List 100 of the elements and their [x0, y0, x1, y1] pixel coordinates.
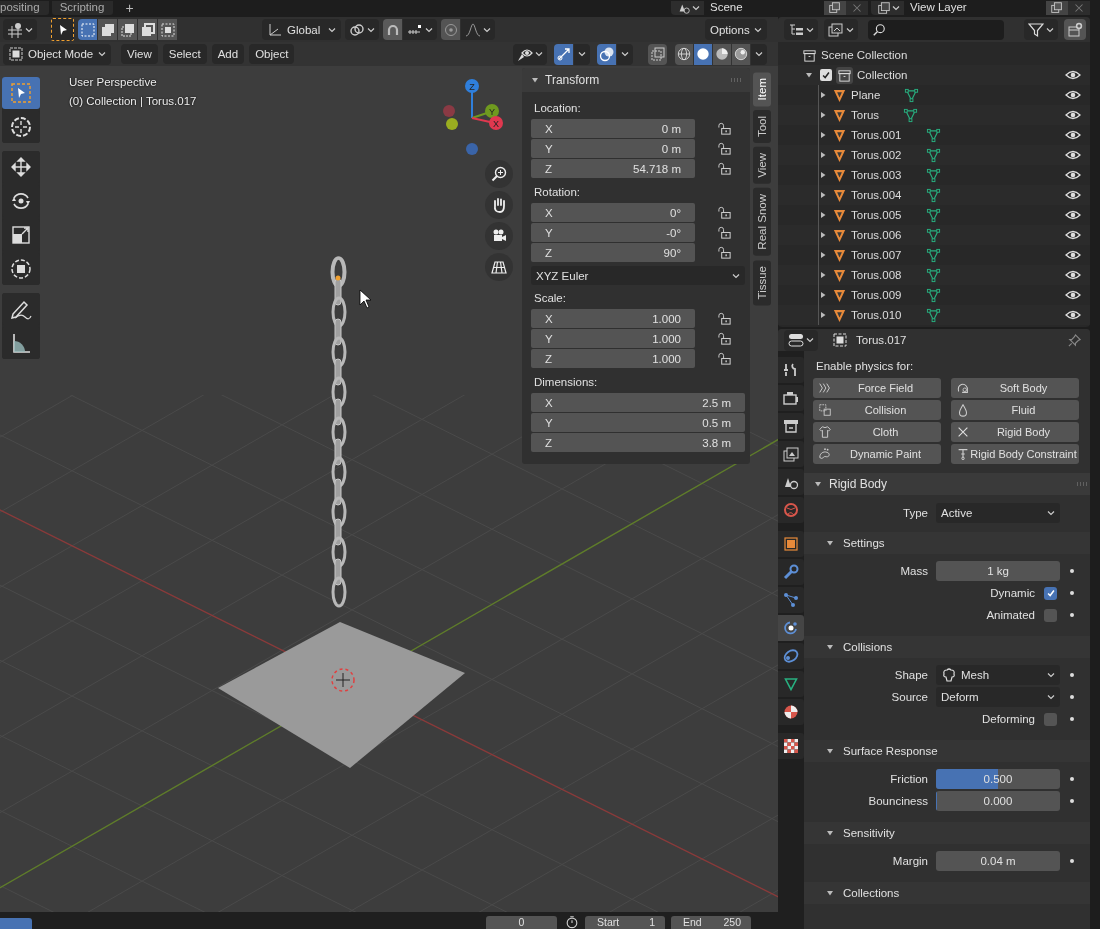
open-padlock-icon[interactable]	[717, 161, 732, 176]
material-properties-tab[interactable]	[778, 699, 804, 725]
subpanel-header[interactable]: Surface Response	[804, 740, 1090, 762]
slider-field[interactable]: 0.500	[936, 769, 1060, 789]
particles-properties-tab[interactable]	[778, 587, 804, 613]
world-properties-tab[interactable]	[778, 497, 804, 523]
zoom-button[interactable]	[485, 160, 513, 188]
search-field[interactable]	[868, 19, 1004, 40]
display-mode-dropdown[interactable]	[784, 19, 818, 40]
axis-handle[interactable]: Y	[485, 104, 499, 118]
object-name[interactable]: Torus.004	[851, 189, 902, 201]
keyframe-dot-icon[interactable]	[1070, 695, 1074, 699]
enable-physics-button[interactable]: Cloth	[813, 422, 941, 442]
number-field[interactable]: X 1.000	[531, 309, 695, 328]
sidebar-tab[interactable]: Tool	[753, 110, 771, 144]
shading-dropdown[interactable]	[751, 43, 767, 65]
type-dropdown[interactable]: Active	[936, 503, 1060, 523]
orientation-dropdown[interactable]: Global	[262, 19, 341, 40]
selection-mode-button[interactable]	[138, 19, 157, 40]
enable-physics-button[interactable]: Soft Body	[951, 378, 1079, 398]
perspective-grid-button[interactable]	[485, 253, 513, 281]
menu-button[interactable]: Object	[249, 44, 295, 64]
axis-handle[interactable]: Z	[465, 79, 479, 93]
selection-mode-button[interactable]	[118, 19, 137, 40]
pivot-point-dropdown[interactable]	[345, 19, 379, 40]
keyframe-dot-icon[interactable]	[1070, 673, 1074, 677]
drag-grip-icon[interactable]	[1076, 482, 1088, 486]
gizmo-toggle[interactable]	[554, 43, 573, 65]
scene-name-field[interactable]: Scene	[704, 1, 824, 15]
menu-button[interactable]: Select	[162, 44, 207, 64]
open-padlock-icon[interactable]	[717, 351, 732, 366]
number-field[interactable]: Z 3.8 m	[531, 433, 745, 452]
add-workspace-button[interactable]: +	[125, 1, 134, 15]
wireframe-shading-button[interactable]	[675, 43, 693, 65]
new-collection-button[interactable]	[1064, 19, 1086, 40]
open-padlock-icon[interactable]	[717, 225, 732, 240]
checkbox[interactable]	[1044, 586, 1057, 600]
falloff-dropdown[interactable]	[461, 19, 495, 40]
number-field[interactable]: Y 0.5 m	[531, 413, 745, 432]
view-layer-filter-dropdown[interactable]	[824, 19, 858, 40]
dropdown[interactable]: Mesh	[936, 665, 1060, 685]
enable-physics-button[interactable]: Fluid	[951, 400, 1079, 420]
object-name[interactable]: Torus.006	[851, 229, 902, 241]
keyframe-dot-icon[interactable]	[1070, 591, 1074, 595]
sidebar-tab[interactable]: Tissue	[753, 259, 771, 306]
constraints-properties-tab[interactable]	[778, 643, 804, 669]
object-properties-tab[interactable]	[778, 531, 804, 557]
dropdown[interactable]: Deform	[936, 687, 1060, 707]
material-shading-button[interactable]	[713, 43, 731, 65]
transform-affect-dropdown[interactable]	[3, 19, 37, 40]
open-padlock-icon[interactable]	[717, 205, 732, 220]
physics-properties-tab[interactable]	[778, 615, 804, 641]
object-name[interactable]: Torus	[851, 109, 880, 121]
number-field[interactable]: Z 1.000	[531, 349, 695, 368]
drag-grip-icon[interactable]	[730, 78, 742, 82]
object-name[interactable]: Torus.002	[851, 149, 902, 161]
subpanel-header[interactable]: Settings	[804, 532, 1090, 554]
snap-toggle[interactable]	[383, 19, 402, 40]
active-tool-button[interactable]	[51, 18, 74, 41]
workspace-tab[interactable]: positing	[0, 1, 49, 15]
sidebar-tab[interactable]: View	[753, 147, 771, 185]
keyframe-dot-icon[interactable]	[1070, 717, 1074, 721]
object-name[interactable]: Torus.008	[851, 269, 902, 281]
axis-handle[interactable]: X	[489, 116, 503, 130]
subpanel-header[interactable]: Collections	[804, 882, 1090, 904]
sidebar-tab[interactable]: Item	[753, 72, 771, 107]
output-properties-tab[interactable]	[778, 413, 804, 439]
number-field[interactable]: 1 kg	[936, 561, 1060, 581]
object-name[interactable]: Torus.009	[851, 289, 902, 301]
current-frame-field[interactable]: 0	[486, 916, 557, 929]
filter-dropdown[interactable]	[1024, 19, 1058, 40]
texture-properties-tab[interactable]	[778, 733, 804, 759]
xray-toggle[interactable]	[648, 43, 667, 65]
modifiers-properties-tab[interactable]	[778, 559, 804, 585]
open-padlock-icon[interactable]	[717, 121, 732, 136]
enable-physics-button[interactable]: Rigid Body Constraint	[951, 444, 1079, 464]
overlays-toggle[interactable]	[597, 43, 616, 65]
overlays-dropdown[interactable]	[617, 43, 633, 65]
subpanel-header[interactable]: Collisions	[804, 636, 1090, 658]
menu-button[interactable]: View	[121, 44, 158, 64]
number-field[interactable]: X 0 m	[531, 119, 695, 138]
open-padlock-icon[interactable]	[717, 311, 732, 326]
visibility-dropdown[interactable]	[513, 43, 547, 65]
open-padlock-icon[interactable]	[717, 245, 732, 260]
copy-icon[interactable]	[824, 1, 846, 15]
render-properties-tab[interactable]	[778, 385, 804, 411]
proportional-editing-toggle[interactable]	[441, 19, 460, 40]
camera-view-button[interactable]	[485, 222, 513, 250]
enable-physics-button[interactable]: Dynamic Paint	[813, 444, 941, 464]
menu-button[interactable]: Add	[211, 44, 245, 64]
negative-axis-handle[interactable]	[446, 118, 458, 130]
selection-mode-button[interactable]	[98, 19, 117, 40]
pin-icon[interactable]	[1067, 332, 1082, 348]
negative-axis-handle[interactable]	[466, 143, 478, 155]
number-field[interactable]: Y 0 m	[531, 139, 695, 158]
object-name[interactable]: Torus.003	[851, 169, 902, 181]
workspace-tab[interactable]: Scripting	[51, 1, 114, 15]
pan-hand-button[interactable]	[485, 191, 513, 219]
gizmo-dropdown[interactable]	[574, 43, 590, 65]
snap-target-dropdown[interactable]	[403, 19, 437, 40]
